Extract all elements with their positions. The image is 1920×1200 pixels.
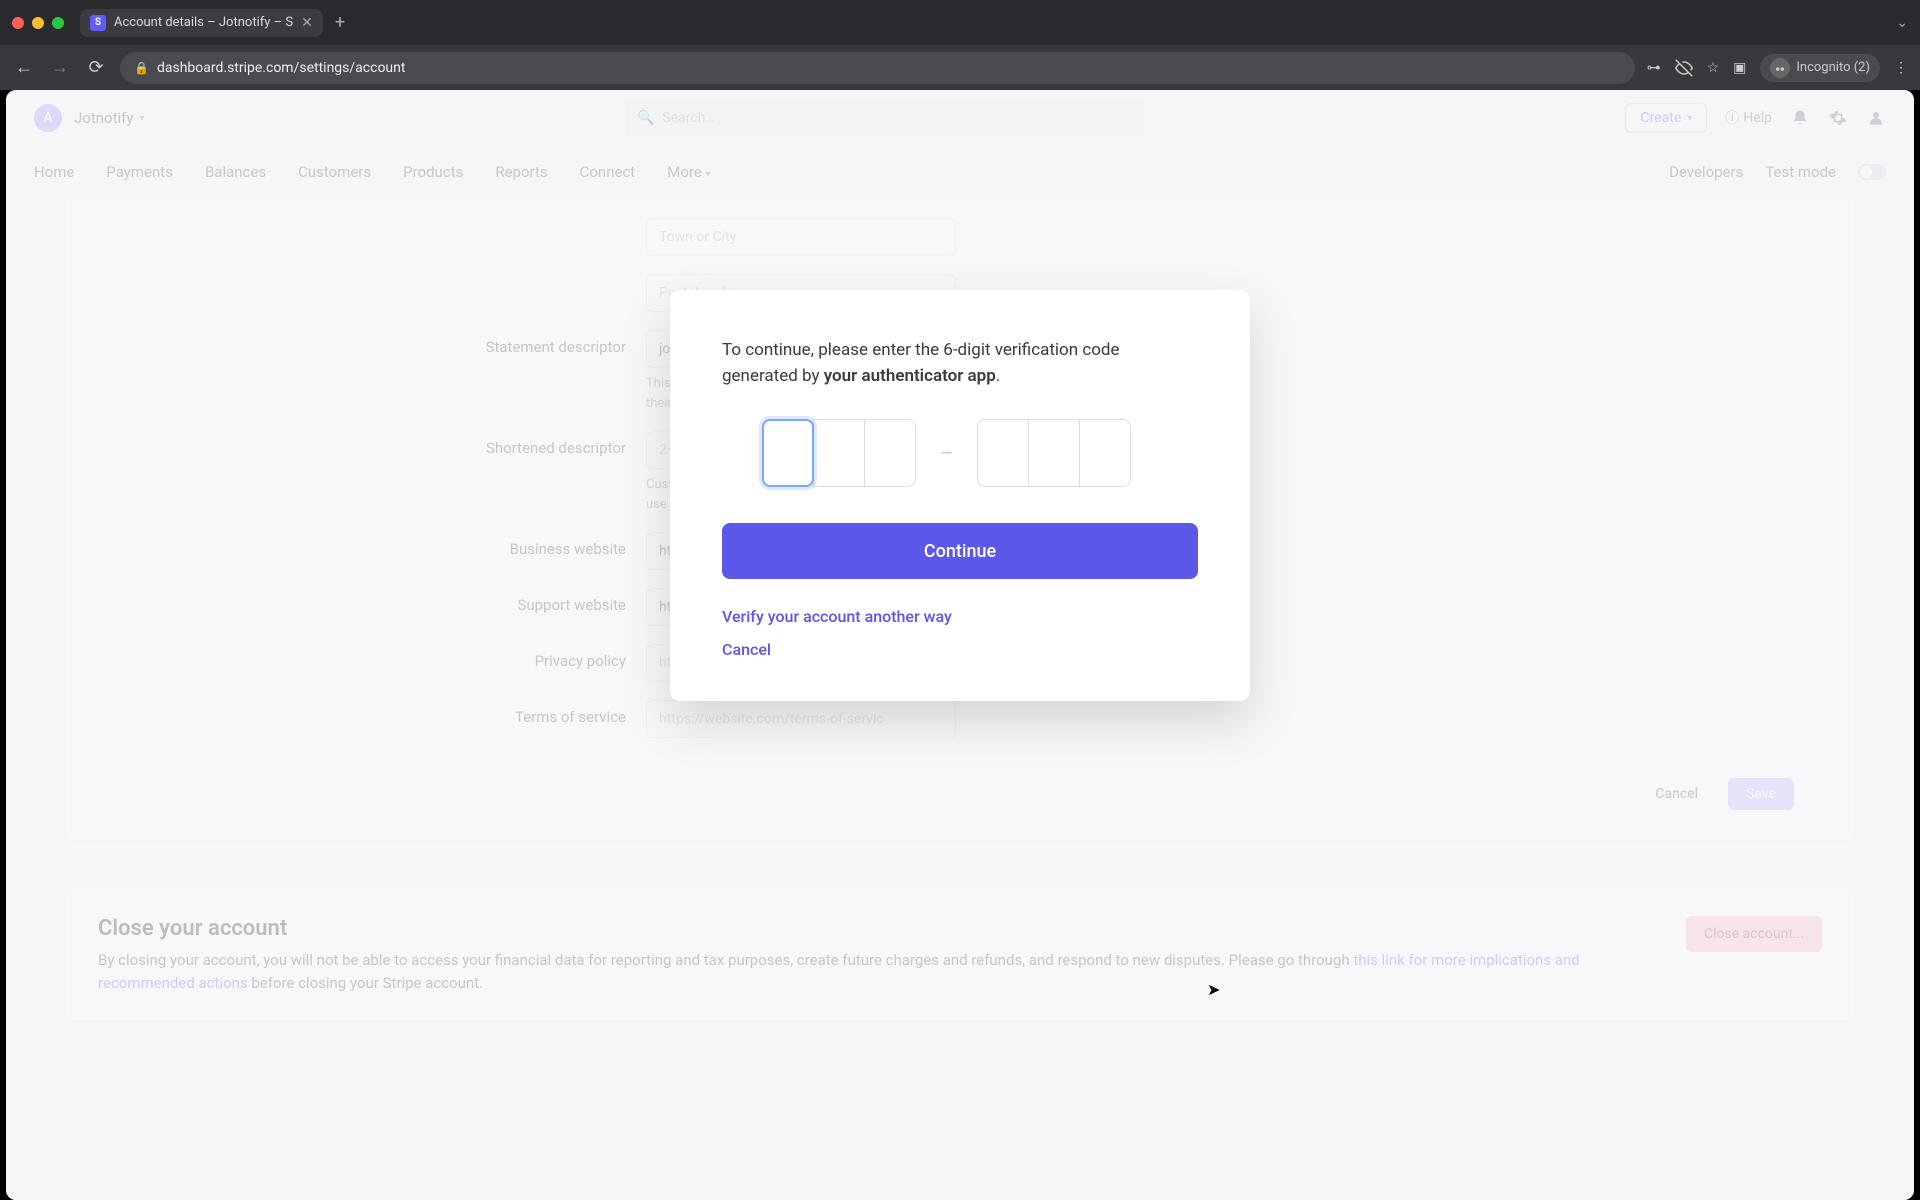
tab-title: Account details – Jotnotify – S (114, 15, 293, 30)
url-text: dashboard.stripe.com/settings/account (157, 60, 406, 76)
code-digit-2[interactable] (813, 419, 865, 487)
verify-another-way-link[interactable]: Verify your account another way (722, 607, 1198, 626)
lock-icon: 🔒 (134, 61, 149, 75)
browser-tab-strip: S Account details – Jotnotify – S ✕ + ⌄ (0, 0, 1920, 45)
code-group-2 (977, 419, 1131, 487)
code-separator: – (940, 441, 953, 465)
forward-button[interactable]: → (48, 56, 72, 80)
incognito-label: Incognito (2) (1796, 60, 1870, 75)
browser-tab[interactable]: S Account details – Jotnotify – S ✕ (80, 9, 323, 37)
code-digit-4[interactable] (977, 419, 1029, 487)
incognito-icon (1770, 58, 1790, 78)
code-digit-3[interactable] (864, 419, 916, 487)
modal-instruction: To continue, please enter the 6-digit ve… (722, 338, 1198, 389)
panel-icon[interactable]: ▣ (1733, 60, 1746, 76)
modal-overlay: To continue, please enter the 6-digit ve… (6, 90, 1914, 1200)
password-icon[interactable]: ⊶ (1647, 60, 1661, 76)
tab-close-button[interactable]: ✕ (301, 15, 313, 31)
incognito-badge[interactable]: Incognito (2) (1760, 54, 1880, 82)
new-tab-button[interactable]: + (335, 12, 345, 33)
code-input-row: – (722, 419, 1198, 487)
code-digit-5[interactable] (1028, 419, 1080, 487)
verification-modal: To continue, please enter the 6-digit ve… (670, 290, 1250, 701)
browser-menu-icon[interactable]: ⋮ (1894, 60, 1908, 76)
page: A Jotnotify ▾ 🔍 Search… Create ▾ ⓘ Help … (6, 90, 1914, 1200)
back-button[interactable]: ← (12, 56, 36, 80)
tab-favicon: S (90, 15, 106, 31)
bookmark-star-icon[interactable]: ☆ (1707, 60, 1720, 76)
window-maximize-button[interactable] (52, 17, 64, 29)
reload-button[interactable]: ⟳ (84, 56, 108, 80)
window-minimize-button[interactable] (32, 17, 44, 29)
browser-toolbar: ← → ⟳ 🔒 dashboard.stripe.com/settings/ac… (0, 45, 1920, 90)
tab-overflow-icon[interactable]: ⌄ (1896, 15, 1908, 31)
code-digit-1[interactable] (762, 419, 814, 487)
modal-cancel-link[interactable]: Cancel (722, 640, 1198, 659)
window-controls (12, 17, 64, 29)
code-digit-6[interactable] (1079, 419, 1131, 487)
code-group-1 (762, 419, 916, 487)
window-close-button[interactable] (12, 17, 24, 29)
continue-button[interactable]: Continue (722, 523, 1198, 579)
eye-off-icon[interactable] (1675, 59, 1693, 77)
address-bar[interactable]: 🔒 dashboard.stripe.com/settings/account (120, 52, 1635, 84)
